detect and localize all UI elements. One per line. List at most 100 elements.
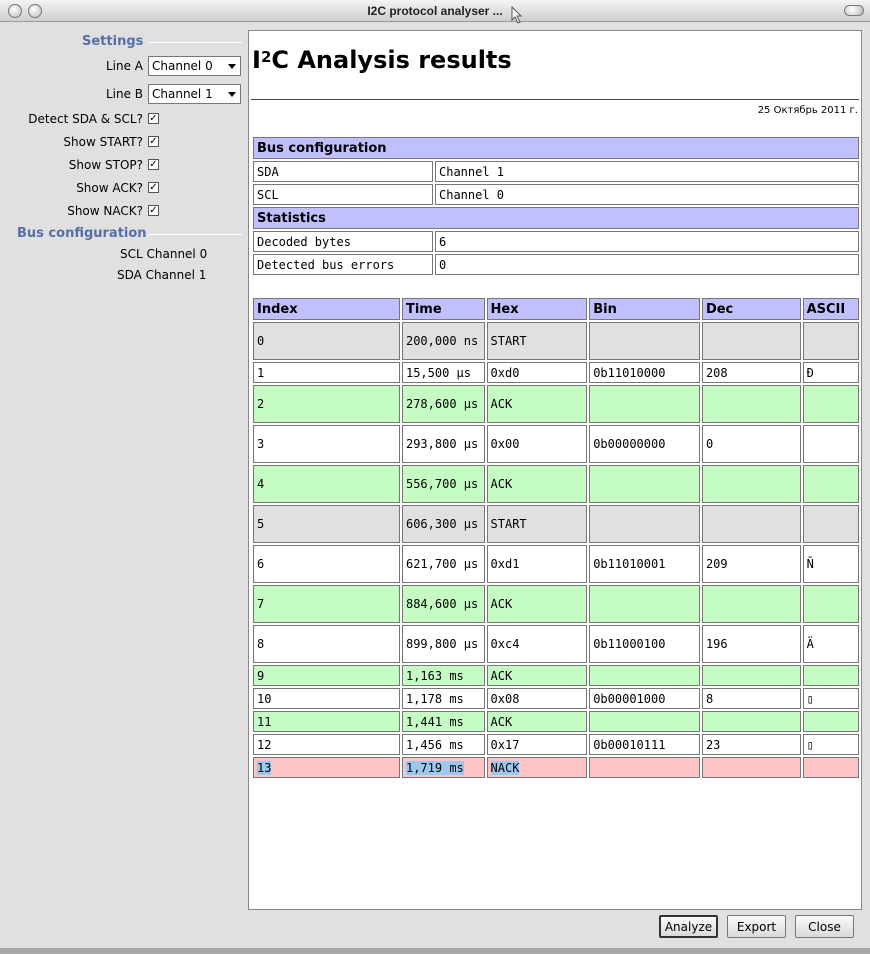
table-row: Detected bus errors 0 [253,254,859,275]
cell-ascii: Ñ [802,545,859,583]
table-row[interactable]: 8 899,800 µs 0xc4 0b11000100 196 Ä [253,625,859,663]
table-row[interactable]: 3 293,800 µs 0x00 0b00000000 0 [253,425,859,463]
bus-configuration-table: Bus configuration SDA Channel 1 SCL Chan… [251,135,861,277]
cell-dec: 209 [701,545,801,583]
cell-hex: ACK [486,665,588,686]
cell-hex: 0x00 [486,425,588,463]
show-ack-checkbox[interactable]: ✓ [148,182,159,193]
line-b-select-value: Channel 1 [152,87,213,101]
show-nack-checkbox[interactable]: ✓ [148,205,159,216]
bus-errors-label-cell: Detected bus errors [253,254,433,275]
cell-time: 1,456 ms [401,734,485,755]
cell-dec [701,585,801,623]
cell-index: 10 [253,688,400,709]
sda-channel-info: SDA Channel 1 [117,268,207,282]
table-row[interactable]: 1 15,500 µs 0xd0 0b11010000 208 Ð [253,362,859,383]
cell-time: 200,000 ns [401,322,485,360]
table-row[interactable]: 12 1,456 ms 0x17 0b00010111 23 ▯ [253,734,859,755]
cell-dec: 208 [701,362,801,383]
cell-bin [589,711,700,732]
cell-bin [589,505,700,543]
cell-dec [701,711,801,732]
cell-index: 5 [253,505,400,543]
table-row[interactable]: 6 621,700 µs 0xd1 0b11010001 209 Ñ [253,545,859,583]
settings-heading: Settings [82,34,144,49]
cell-bin: 0b11010001 [589,545,700,583]
bus-configuration-header: Bus configuration [253,137,859,159]
cell-hex: ACK [486,385,588,423]
results-header-row: Index Time Hex Bin Dec ASCII [253,298,859,320]
cell-hex: START [486,505,588,543]
export-button[interactable]: Export [727,915,786,938]
cell-bin [589,465,700,503]
cell-hex: ACK [486,465,588,503]
table-row[interactable]: 9 1,163 ms ACK [253,665,859,686]
table-row[interactable]: 10 1,178 ms 0x08 0b00001000 8 ▯ [253,688,859,709]
table-row[interactable]: 11 1,441 ms ACK [253,711,859,732]
cell-ascii [802,385,859,423]
line-b-select[interactable]: Channel 1 [148,84,241,104]
cell-ascii [802,757,859,778]
show-ack-label: Show ACK? [76,181,143,195]
cell-dec: 8 [701,688,801,709]
table-row[interactable]: 4 556,700 µs ACK [253,465,859,503]
cell-ascii: ▯ [802,734,859,755]
cell-time: 621,700 µs [401,545,485,583]
detect-sda-scl-checkbox[interactable]: ✓ [148,113,159,124]
show-stop-checkbox[interactable]: ✓ [148,159,159,170]
cell-index: 7 [253,585,400,623]
table-row[interactable]: 2 278,600 µs ACK [253,385,859,423]
bus-configuration-divider [148,234,242,235]
cell-bin: 0b00000000 [589,425,700,463]
line-b-label: Line B [105,87,143,101]
cell-index: 13 [253,757,400,778]
mouse-cursor-icon [511,6,523,24]
decoded-bytes-label-cell: Decoded bytes [253,231,433,252]
cell-dec [701,757,801,778]
show-start-checkbox[interactable]: ✓ [148,136,159,147]
report-title: I2C Analysis results [252,46,512,74]
statistics-header: Statistics [253,207,859,229]
table-row: SDA Channel 1 [253,161,859,182]
show-nack-label: Show NACK? [67,204,143,218]
column-header-index[interactable]: Index [253,298,400,320]
analyze-button[interactable]: Analyze [659,915,718,938]
cell-ascii [802,711,859,732]
column-header-time[interactable]: Time [401,298,485,320]
cell-dec [701,385,801,423]
cell-ascii [802,322,859,360]
cell-dec [701,505,801,543]
cell-ascii [802,665,859,686]
column-header-dec[interactable]: Dec [701,298,801,320]
settings-divider [148,42,242,43]
cell-time: 293,800 µs [401,425,485,463]
table-row[interactable]: 5 606,300 µs START [253,505,859,543]
cell-hex: 0x08 [486,688,588,709]
cell-time: 1,178 ms [401,688,485,709]
close-button[interactable]: Close [795,915,854,938]
cell-index: 1 [253,362,400,383]
table-row: SCL Channel 0 [253,184,859,205]
table-row[interactable]: 7 884,600 µs ACK [253,585,859,623]
title-divider [251,99,859,100]
window-maximize-button[interactable] [844,5,864,16]
cell-dec: 23 [701,734,801,755]
cell-index: 12 [253,734,400,755]
cell-index: 9 [253,665,400,686]
cell-time: 556,700 µs [401,465,485,503]
cell-index: 0 [253,322,400,360]
line-a-select[interactable]: Channel 0 [148,56,241,76]
table-row[interactable]: 0 200,000 ns START [253,322,859,360]
cell-bin [589,585,700,623]
analysis-report: I2C Analysis results 25 Октябрь 2011 г. … [248,30,862,910]
cell-hex: 0xc4 [486,625,588,663]
column-header-ascii[interactable]: ASCII [802,298,859,320]
cell-dec: 0 [701,425,801,463]
cell-time: 1,163 ms [401,665,485,686]
column-header-bin[interactable]: Bin [589,298,700,320]
cell-time: 899,800 µs [401,625,485,663]
column-header-hex[interactable]: Hex [486,298,588,320]
cell-ascii [802,585,859,623]
scl-value-cell: Channel 0 [435,184,859,205]
table-row[interactable]: 13 1,719 ms NACK [253,757,859,778]
